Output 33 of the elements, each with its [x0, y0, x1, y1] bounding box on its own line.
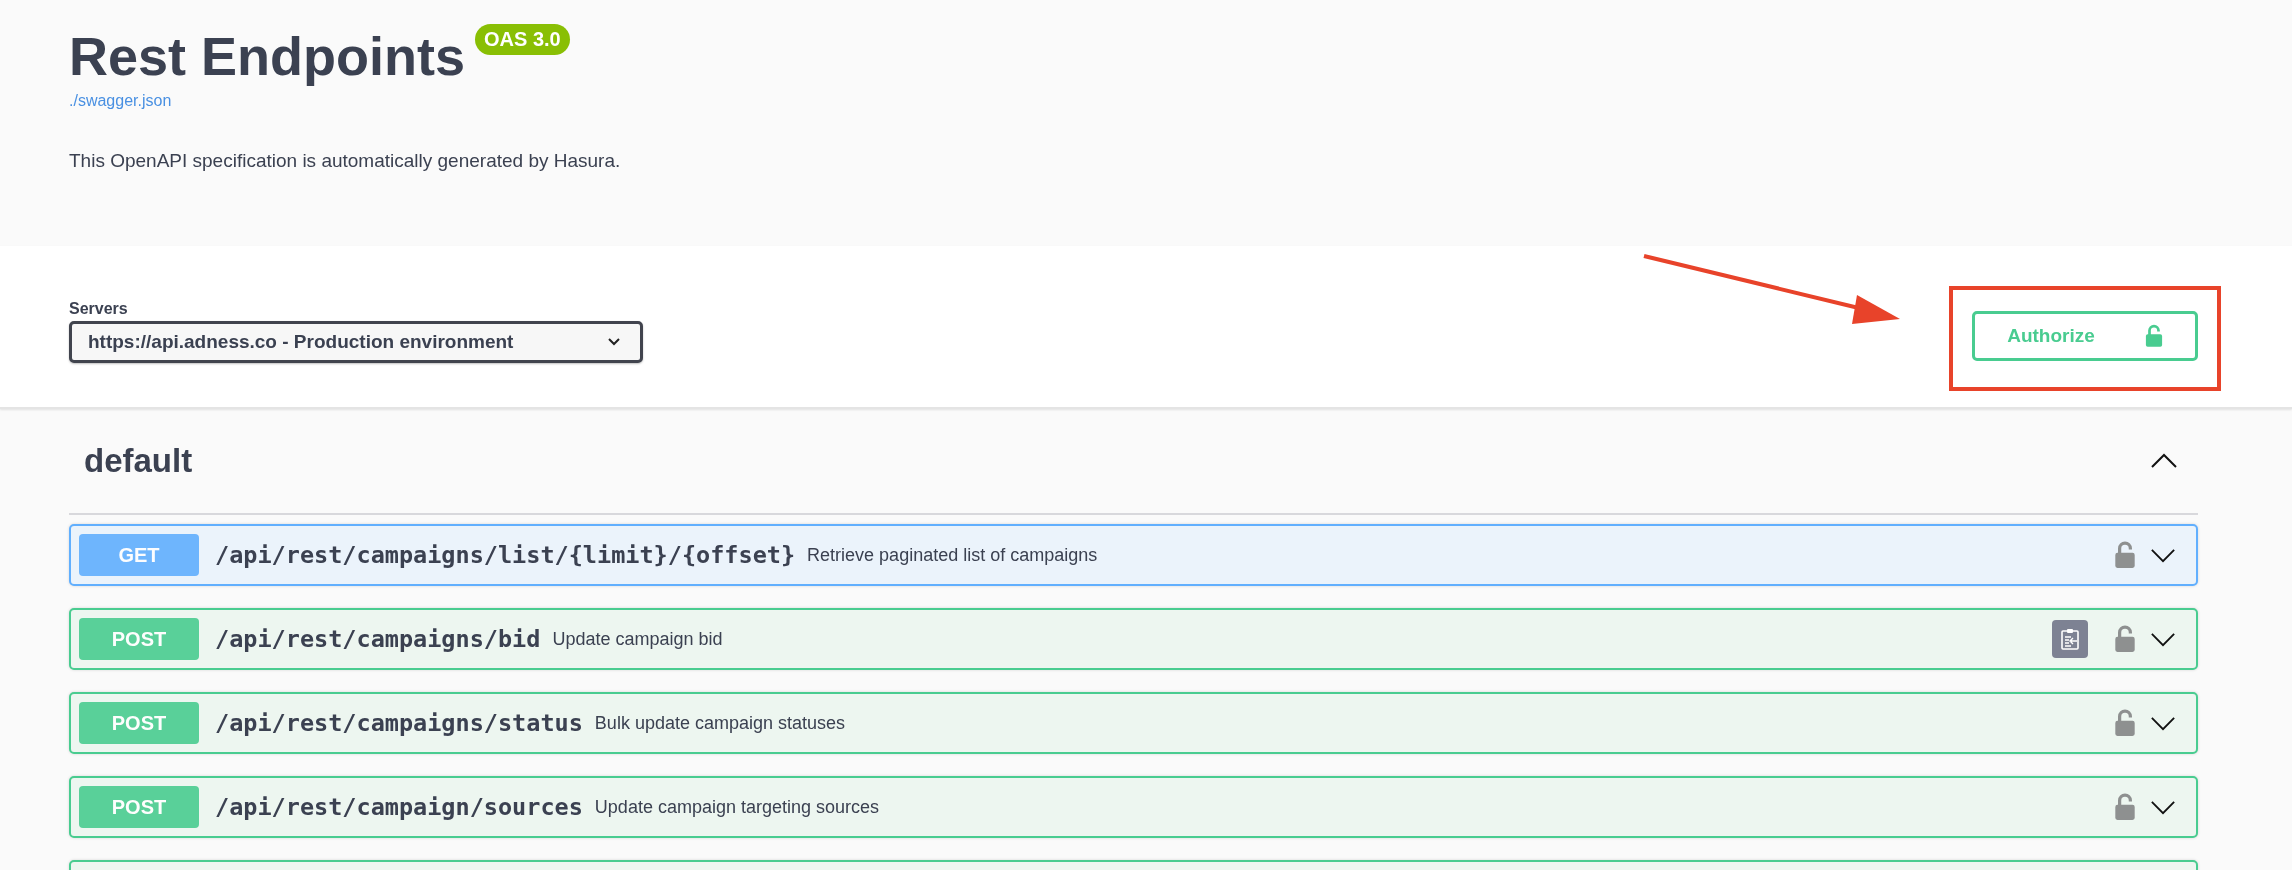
- endpoint-path: /api/rest/campaigns/list/{limit}/{offset}: [215, 541, 796, 569]
- http-method-label: POST: [79, 618, 199, 660]
- unlocked-padlock-icon[interactable]: [2114, 541, 2136, 569]
- version-badge: OAS 3.0: [475, 24, 570, 55]
- chevron-down-icon[interactable]: [2150, 631, 2176, 647]
- http-method-label: POST: [79, 786, 199, 828]
- chevron-up-icon[interactable]: [2150, 453, 2178, 469]
- operation-row[interactable]: POST /api/rest/campaign/sources Update campaign targeting sources: [69, 776, 2198, 838]
- chevron-down-icon[interactable]: [2150, 799, 2176, 815]
- operation-row[interactable]: POST /api/rest/campaigns/bid Update campaign bid: [69, 608, 2198, 670]
- endpoint-path: /api/rest/campaigns/bid: [215, 625, 541, 653]
- unlocked-padlock-icon[interactable]: [2114, 625, 2136, 653]
- endpoint-summary: Update campaign targeting sources: [594, 796, 880, 818]
- section-heading[interactable]: default: [84, 442, 193, 480]
- http-method-label: GET: [79, 534, 199, 576]
- endpoint-summary: Bulk update campaign statuses: [594, 712, 845, 734]
- unlocked-padlock-icon: [2144, 323, 2163, 348]
- endpoint-path: /api/rest/campaigns/status: [215, 709, 583, 737]
- server-select[interactable]: https://api.adness.co - Production environment: [69, 321, 643, 363]
- unlocked-padlock-icon[interactable]: [2114, 793, 2136, 821]
- unlocked-padlock-icon[interactable]: [2114, 709, 2136, 737]
- endpoint-summary: Retrieve paginated list of campaigns: [807, 544, 1098, 566]
- chevron-down-icon[interactable]: [2150, 547, 2176, 563]
- http-method-label: POST: [79, 702, 199, 744]
- page-title: Rest Endpoints: [69, 26, 465, 86]
- clipboard-icon: [2058, 627, 2082, 651]
- copy-to-clipboard-button[interactable]: [2052, 620, 2088, 658]
- servers-label: Servers: [69, 300, 129, 318]
- description-text: This OpenAPI specification is automatically generated by Hasura.: [69, 150, 622, 172]
- endpoint-summary: Update campaign bid: [552, 628, 723, 650]
- endpoint-path: /api/rest/campaign/sources: [215, 793, 583, 821]
- operation-row[interactable]: POST /api/rest/campaigns/status Bulk update campaign statuses: [69, 692, 2198, 754]
- chevron-down-icon[interactable]: [2150, 715, 2176, 731]
